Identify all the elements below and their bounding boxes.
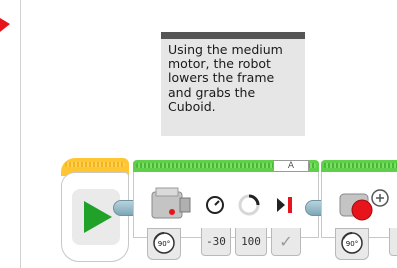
mode-selector[interactable]: 90° — [147, 228, 181, 260]
svg-text:90°: 90° — [346, 240, 358, 248]
parameter-row: 90° -30 100 ✓ — [133, 224, 319, 262]
next-mode-selector[interactable]: 90° — [335, 228, 369, 260]
comment-note[interactable]: Using the medium motor, the robot lowers… — [161, 32, 305, 136]
checkmark-icon: ✓ — [279, 232, 293, 251]
start-block-body — [61, 172, 129, 262]
large-motor-icon — [339, 189, 389, 221]
mode-90-icon: 90° — [341, 232, 363, 254]
medium-motor-icon — [151, 187, 191, 219]
corner-marker-icon — [0, 18, 10, 32]
play-button[interactable] — [72, 189, 120, 245]
comment-text[interactable]: Using the medium motor, the robot lowers… — [161, 39, 305, 114]
play-icon — [84, 201, 112, 233]
program-canvas[interactable]: Using the medium motor, the robot lowers… — [20, 0, 397, 268]
mode-90-icon: 90° — [153, 232, 175, 254]
medium-motor-block[interactable]: A 90° -30 100 ✓ — [133, 160, 319, 262]
brake-at-end-checkmark[interactable]: ✓ — [271, 228, 301, 256]
next-param-box[interactable] — [389, 228, 397, 256]
degrees-value[interactable]: 100 — [235, 228, 267, 256]
port-selector[interactable]: A — [273, 160, 309, 172]
next-block-header — [321, 160, 397, 172]
power-value[interactable]: -30 — [201, 228, 231, 256]
comment-title-bar[interactable] — [161, 32, 305, 39]
brake-icon — [277, 197, 292, 213]
speed-dial-icon — [206, 196, 224, 214]
large-motor-block[interactable]: 90° — [321, 160, 397, 262]
rotation-icon — [238, 194, 260, 216]
svg-text:90°: 90° — [158, 240, 170, 248]
